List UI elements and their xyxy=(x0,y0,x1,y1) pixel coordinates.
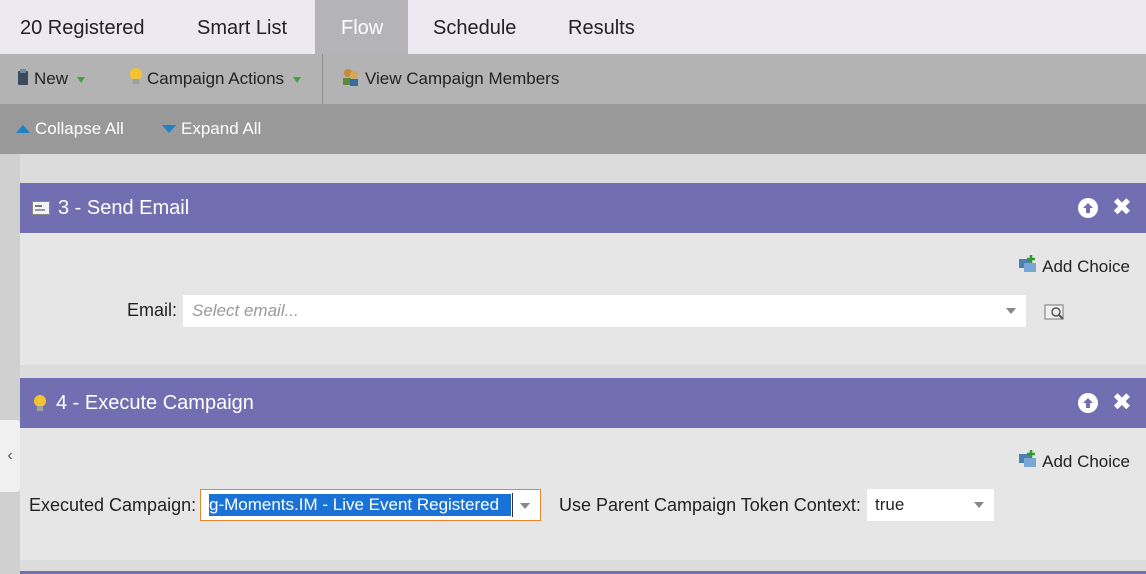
arrow-up-icon xyxy=(1082,398,1093,408)
add-choice-label: Add Choice xyxy=(1042,451,1130,471)
email-field-label: Email: xyxy=(127,300,178,320)
step-controls: ✖ xyxy=(1077,183,1132,233)
executed-campaign-select[interactable]: g-Moments.IM - Live Event Registered xyxy=(200,489,541,521)
campaign-actions-button[interactable]: Campaign Actions xyxy=(115,54,323,104)
chevron-down-icon xyxy=(1006,308,1016,314)
step-title: 3 - Send Email xyxy=(58,196,190,219)
tab-registered[interactable]: 20 Registered xyxy=(0,0,172,54)
email-select[interactable]: Select email... xyxy=(183,295,1026,327)
campaign-actions-label: Campaign Actions xyxy=(147,69,285,88)
step-controls: ✖ xyxy=(1077,378,1132,428)
chevron-down-icon xyxy=(974,502,984,508)
text-cursor xyxy=(512,493,513,517)
move-up-button[interactable] xyxy=(1077,198,1098,218)
flow-canvas: ‹ 3 - Send Email ✖ Add Choice Email: Sel… xyxy=(0,154,1146,574)
close-icon[interactable]: ✖ xyxy=(1112,196,1132,220)
step-header: 4 - Execute Campaign ✖ xyxy=(20,378,1146,428)
lightbulb-icon xyxy=(32,393,48,413)
move-up-button[interactable] xyxy=(1077,393,1098,413)
collapse-all-label: Collapse All xyxy=(35,119,124,138)
executed-campaign-label: Executed Campaign: xyxy=(29,495,197,515)
flow-step-execute-campaign: 4 - Execute Campaign ✖ Add Choice Execut… xyxy=(20,378,1146,560)
add-choice-icon xyxy=(1018,450,1038,473)
view-campaign-members-button[interactable]: View Campaign Members xyxy=(323,54,559,104)
lightbulb-icon xyxy=(129,67,143,92)
chevron-down-icon xyxy=(293,77,302,83)
preview-icon[interactable] xyxy=(1044,303,1066,326)
tab-results[interactable]: Results xyxy=(543,0,660,54)
collapse-all-button[interactable]: Collapse All xyxy=(0,119,162,139)
executed-campaign-value[interactable]: g-Moments.IM - Live Event Registered xyxy=(209,494,511,516)
add-choice-button[interactable]: Add Choice xyxy=(1018,450,1130,473)
close-icon[interactable]: ✖ xyxy=(1112,391,1132,415)
step-header: 3 - Send Email ✖ xyxy=(20,183,1146,233)
new-button[interactable]: New xyxy=(0,54,115,104)
expand-all-button[interactable]: Expand All xyxy=(162,119,261,139)
view-members-label: View Campaign Members xyxy=(365,69,560,88)
email-icon xyxy=(32,201,50,215)
toolbar: New Campaign Actions View Campaign Membe… xyxy=(0,54,1146,104)
add-choice-label: Add Choice xyxy=(1042,256,1130,276)
chevron-down-icon xyxy=(520,503,530,509)
token-context-label: Use Parent Campaign Token Context: xyxy=(559,495,861,515)
sub-toolbar: Collapse All Expand All xyxy=(0,104,1146,154)
members-icon xyxy=(341,67,361,92)
token-context-select[interactable]: true xyxy=(867,489,994,521)
tab-schedule[interactable]: Schedule xyxy=(408,0,543,54)
collapse-panel-handle[interactable]: ‹ xyxy=(0,420,20,492)
tab-smart-list[interactable]: Smart List xyxy=(172,0,315,54)
tab-flow[interactable]: Flow xyxy=(315,0,408,54)
arrow-up-icon xyxy=(1082,203,1093,213)
email-select-placeholder: Select email... xyxy=(192,301,299,320)
chevron-down-icon xyxy=(77,77,86,83)
token-context-value: true xyxy=(875,495,905,514)
add-choice-button[interactable]: Add Choice xyxy=(1018,255,1130,278)
step-title: 4 - Execute Campaign xyxy=(56,391,254,414)
left-panel-strip xyxy=(0,154,20,574)
add-choice-icon xyxy=(1018,255,1038,278)
flow-step-send-email: 3 - Send Email ✖ Add Choice Email: Selec… xyxy=(20,183,1146,365)
collapse-icon xyxy=(16,125,30,133)
expand-all-label: Expand All xyxy=(181,119,262,138)
tab-bar: 20 Registered Smart List Flow Schedule R… xyxy=(0,0,1146,54)
new-icon xyxy=(16,68,30,91)
new-label: New xyxy=(34,69,69,88)
chevron-left-icon: ‹ xyxy=(7,447,13,464)
expand-icon xyxy=(162,125,176,133)
